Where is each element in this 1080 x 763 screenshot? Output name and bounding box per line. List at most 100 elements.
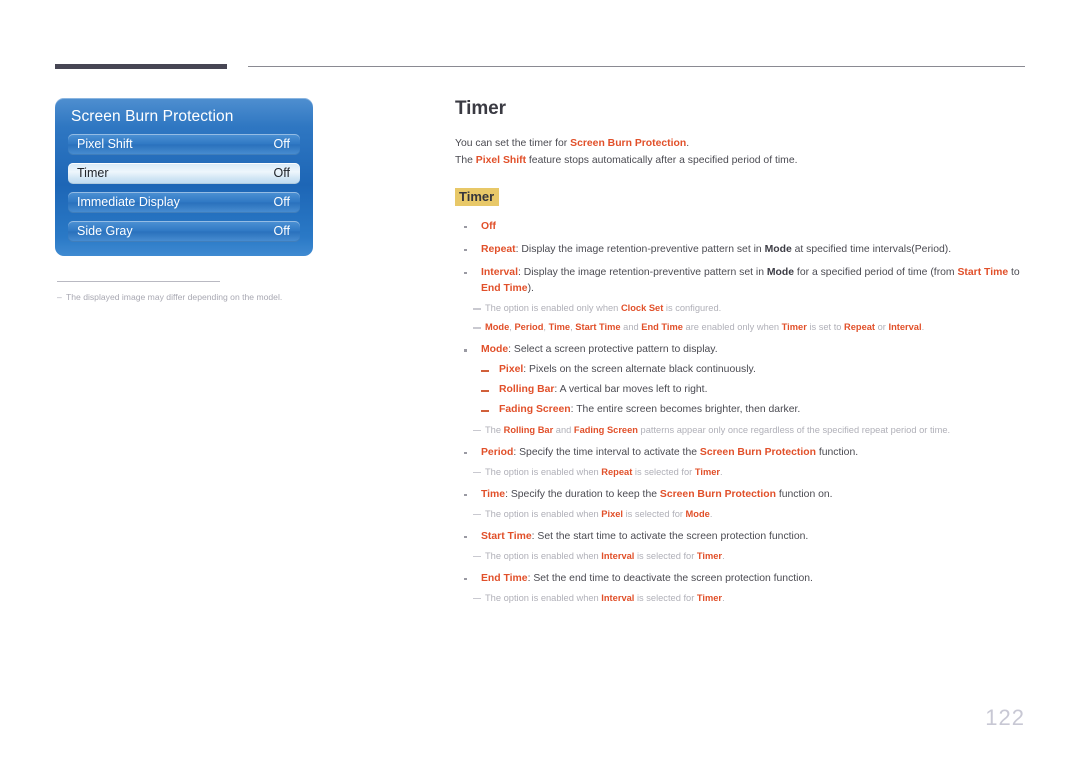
note-ref: Mode [685, 508, 710, 519]
note-ref: Mode [485, 322, 510, 333]
intro-line-2: The Pixel Shift feature stops automatica… [455, 153, 1030, 170]
note-ref: Repeat [601, 466, 633, 477]
intro-text: feature stops automatically after a spec… [526, 154, 798, 166]
note-ref: Rolling Bar [503, 424, 554, 435]
page-title: Timer [455, 98, 506, 119]
option-text: : Specify the duration to keep the [505, 488, 660, 500]
intro-text: . [686, 138, 690, 149]
osd-row-pixel-shift[interactable]: Pixel Shift Off [68, 134, 300, 155]
note-text: The option is enabled when [485, 550, 602, 561]
osd-row-label: Timer [77, 166, 109, 180]
option-label: Period [481, 446, 514, 458]
osd-row-label: Side Gray [77, 224, 133, 238]
osd-row-immediate-display[interactable]: Immediate Display Off [68, 192, 300, 213]
note-ref: Fading Screen [573, 424, 638, 435]
option-label: Time [481, 488, 506, 500]
osd-row-value: Off [273, 224, 290, 238]
note-ref: Period [514, 322, 544, 333]
list-item-start-time: Start Time: Set the start time to activa… [455, 529, 1030, 545]
note-text: The [485, 424, 504, 435]
note-text: The option is enabled when [485, 466, 602, 477]
note-start-time-enabled: The option is enabled when Interval is s… [455, 550, 1030, 564]
note-text: The option is enabled only when [485, 303, 621, 314]
left-footnote-divider [57, 281, 220, 282]
note-ref: Timer [694, 466, 720, 477]
note-text: . [722, 550, 725, 561]
note-text: . [921, 322, 925, 333]
header-rule-thin [248, 66, 1025, 67]
note-ref: Timer [696, 550, 723, 561]
sub-option-label: Pixel [499, 364, 524, 376]
left-footnote-text: The displayed image may differ depending… [66, 292, 283, 302]
header-rule-thick [55, 64, 227, 69]
note-text: and [620, 322, 642, 333]
footnote-dash-icon: – [57, 292, 62, 302]
list-item-off: Off [455, 219, 1030, 235]
note-end-time-enabled: The option is enabled when Interval is s… [455, 592, 1030, 606]
note-ref: Interval [601, 550, 635, 561]
note-text: is set to [806, 322, 845, 333]
note-ref: Interval [888, 322, 922, 333]
osd-row-value: Off [273, 137, 290, 151]
page-number: 122 [985, 705, 1025, 730]
list-item-repeat: Repeat: Display the image retention-prev… [455, 242, 1030, 258]
sub-option-text: : Pixels on the screen alternate black c… [523, 364, 756, 376]
option-list: Off Repeat: Display the image retention-… [455, 219, 1030, 606]
note-text: . [709, 508, 713, 519]
option-text: : Specify the time interval to activate … [513, 446, 700, 458]
osd-row-value: Off [273, 166, 290, 180]
sub-option-text: : A vertical bar moves left to right. [554, 384, 708, 396]
osd-row-label: Pixel Shift [77, 137, 133, 151]
osd-row-value: Off [273, 195, 290, 209]
option-text: : Display the image retention-preventive… [515, 243, 765, 255]
note-text: . [722, 592, 725, 603]
option-label: Off [481, 220, 497, 232]
option-text: function. [815, 446, 859, 458]
osd-panel-title: Screen Burn Protection [71, 108, 234, 125]
option-ref: Start Time [957, 266, 1009, 278]
intro-text: The [455, 154, 476, 166]
note-time-enabled: The option is enabled when Pixel is sele… [455, 508, 1030, 522]
osd-row-list: Pixel Shift Off Timer Off Immediate Disp… [68, 134, 300, 250]
section-heading-timer: Timer [455, 187, 500, 206]
note-text: is selected for [634, 550, 697, 561]
option-ref: Mode [764, 243, 792, 255]
list-item-interval: Interval: Display the image retention-pr… [455, 265, 1030, 297]
sub-item-pixel: Pixel: Pixels on the screen alternate bl… [455, 362, 1030, 378]
note-ref: Time [548, 322, 571, 333]
note-text: . [720, 466, 723, 477]
osd-row-label: Immediate Display [77, 195, 180, 209]
option-text: : Set the end time to deactivate the scr… [527, 572, 813, 584]
note-text: is selected for [623, 508, 686, 519]
sub-item-fading-screen: Fading Screen: The entire screen becomes… [455, 402, 1030, 418]
note-text: or [875, 322, 889, 333]
note-ref: Timer [781, 322, 807, 333]
option-label: Start Time [481, 530, 532, 542]
option-text: ). [527, 283, 534, 295]
list-item-time: Time: Specify the duration to keep the S… [455, 487, 1030, 503]
intro-highlight: Screen Burn Protection [570, 138, 687, 149]
option-label: End Time [481, 572, 528, 584]
osd-row-side-gray[interactable]: Side Gray Off [68, 221, 300, 242]
option-label: Repeat [481, 243, 516, 255]
sub-option-text: : The entire screen becomes brighter, th… [570, 404, 801, 416]
note-ref: Pixel [601, 508, 624, 519]
note-text: is configured. [663, 303, 722, 314]
list-item-mode: Mode: Select a screen protective pattern… [455, 342, 1030, 358]
note-text: is selected for [634, 592, 697, 603]
intro-line-1: You can set the timer for Screen Burn Pr… [455, 136, 1030, 153]
option-text: : Select a screen protective pattern to … [508, 344, 718, 356]
sub-option-label: Rolling Bar [499, 384, 555, 396]
option-ref: End Time [481, 283, 528, 295]
note-ref: Interval [601, 592, 635, 603]
option-text: to [1008, 266, 1020, 278]
sub-item-rolling-bar: Rolling Bar: A vertical bar moves left t… [455, 382, 1030, 398]
note-ref: Timer [696, 592, 723, 603]
option-text: at specified time intervals(Period). [791, 243, 952, 255]
option-ref: Screen Burn Protection [699, 446, 816, 458]
osd-preview-panel: Screen Burn Protection Pixel Shift Off T… [55, 98, 313, 256]
option-text: function on. [775, 488, 833, 500]
osd-row-timer[interactable]: Timer Off [68, 163, 300, 184]
note-text: patterns appear only once regardless of … [637, 424, 951, 435]
note-clock-set: The option is enabled only when Clock Se… [455, 302, 1030, 316]
